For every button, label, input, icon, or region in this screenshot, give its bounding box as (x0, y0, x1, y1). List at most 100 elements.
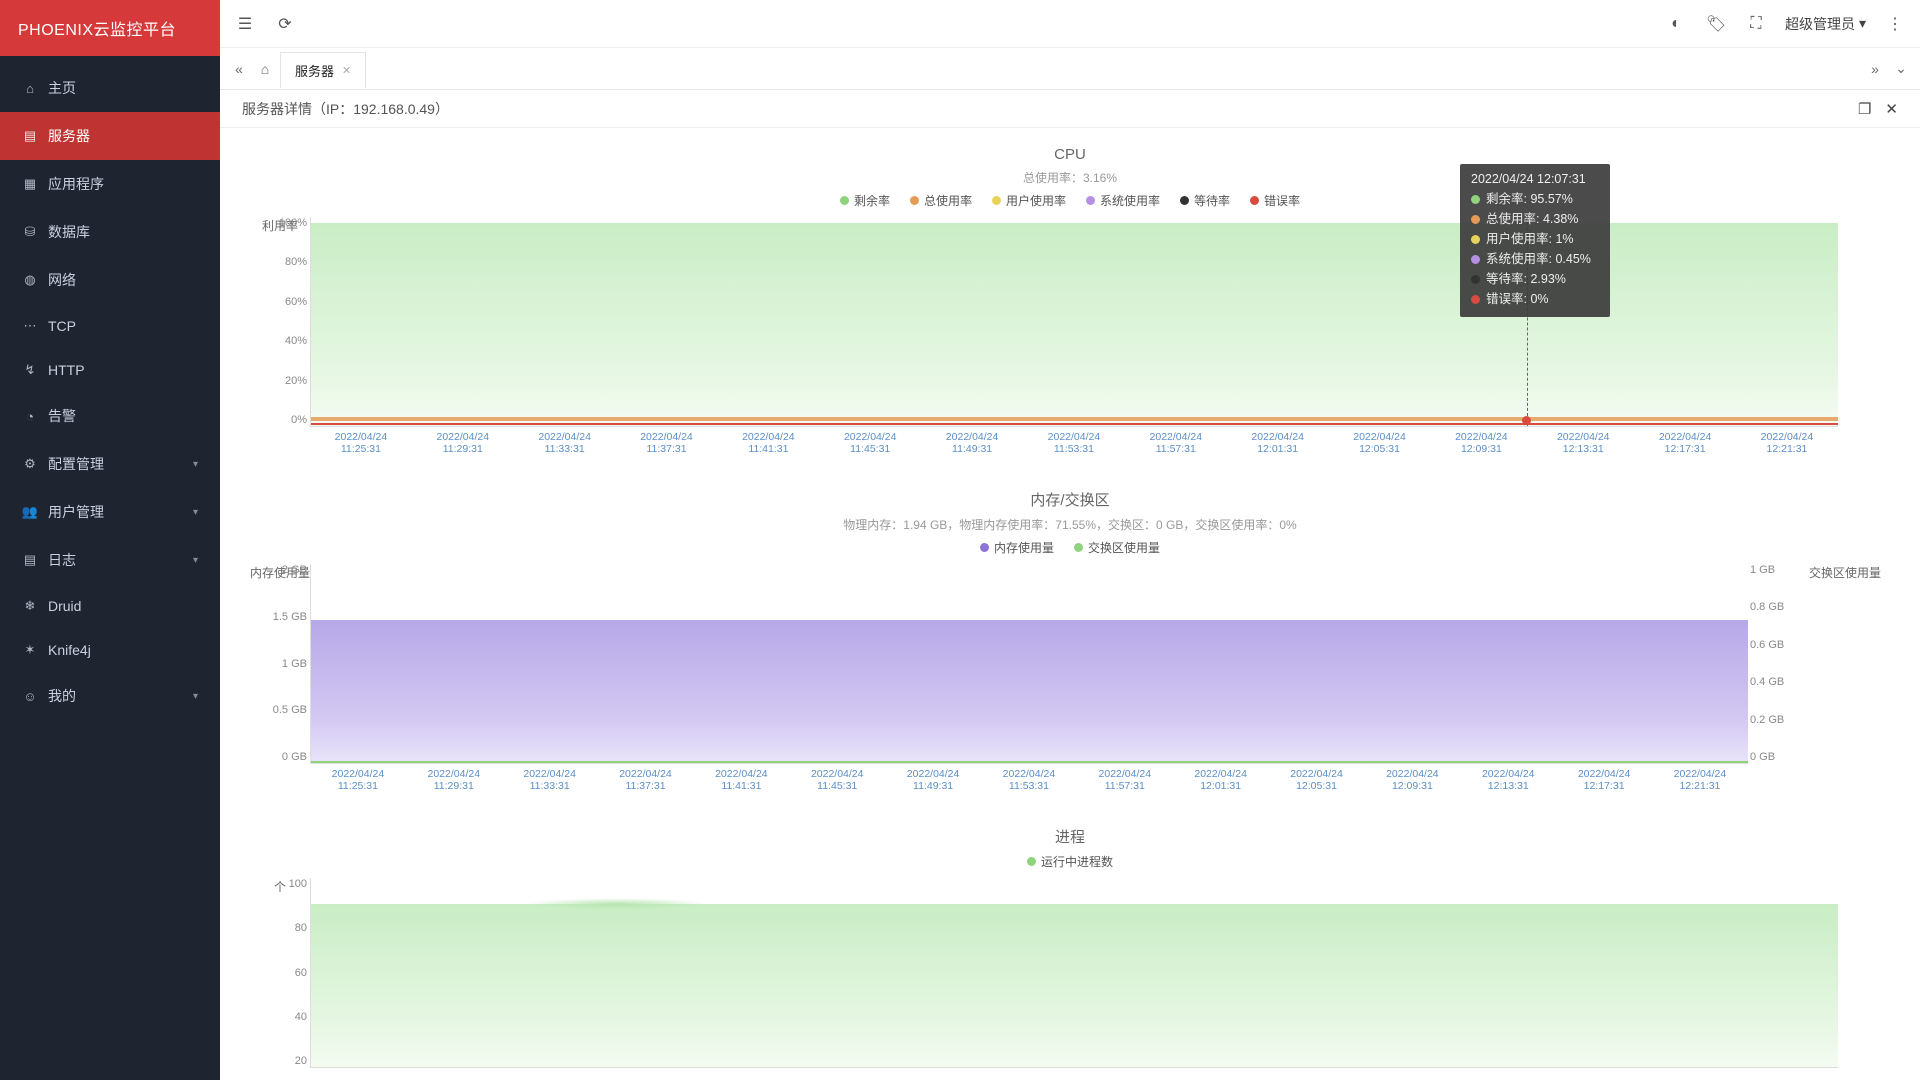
nav-label: 用户管理 (48, 502, 104, 522)
legend-item[interactable]: 用户使用率 (992, 192, 1066, 209)
nav-label: Druid (48, 598, 81, 614)
fullscreen-icon[interactable]: ⛶ (1745, 13, 1767, 35)
tab-home-icon[interactable]: ⌂ (254, 58, 276, 80)
nav-label: 服务器 (48, 126, 90, 146)
tab-label: 服务器 (295, 61, 334, 80)
chart-title: 内存/交换区 (250, 489, 1890, 510)
nav-label: HTTP (48, 362, 85, 378)
sidebar-item-9[interactable]: 👥用户管理▾ (0, 488, 220, 536)
hover-point (1522, 416, 1531, 425)
nav-label: 配置管理 (48, 454, 104, 474)
close-icon[interactable]: ✕ (342, 64, 351, 77)
nav-icon: ⌂ (22, 81, 38, 96)
sidebar-item-11[interactable]: ❄ Druid (0, 584, 220, 628)
tooltip-row: 等待率: 2.93% (1471, 269, 1599, 289)
tabs-next-icon[interactable]: » (1864, 58, 1886, 80)
nav-icon: ▤ (22, 552, 38, 568)
nav-label: 数据库 (48, 222, 90, 242)
sidebar-item-5[interactable]: ⋯ TCP (0, 304, 220, 348)
chevron-down-icon: ▾ (193, 507, 198, 518)
theme-icon[interactable]: ◐ (1665, 13, 1687, 35)
brand-title: PHOENIX云监控平台 (0, 0, 220, 56)
nav-icon: ❄ (22, 598, 38, 614)
nav-icon: ✶ (22, 642, 38, 658)
refresh-icon[interactable]: ⟳ (274, 13, 296, 35)
content: CPU 总使用率：3.16% 剩余率总使用率用户使用率系统使用率等待率错误率 利… (220, 128, 1920, 1080)
sidebar-item-1[interactable]: ▤ 服务器 (0, 112, 220, 160)
nav-icon: ☺ (22, 689, 38, 704)
breadcrumb-bar: 服务器详情（IP：192.168.0.49） ❐ ✕ (220, 90, 1920, 128)
chart-cpu: CPU 总使用率：3.16% 剩余率总使用率用户使用率系统使用率等待率错误率 利… (250, 146, 1890, 455)
nav-icon: ⋯ (22, 318, 38, 334)
legend-item[interactable]: 系统使用率 (1086, 192, 1160, 209)
nav-label: 网络 (48, 270, 76, 290)
chevron-down-icon: ▾ (193, 459, 198, 470)
plot-area: 10080604020 (310, 878, 1838, 1068)
nav-label: TCP (48, 318, 76, 334)
nav-label: 告警 (48, 406, 76, 426)
tabs-bar: « ⌂ 服务器 ✕ » ⌄ (220, 48, 1920, 90)
nav-icon: ▤ (22, 128, 38, 144)
chevron-down-icon: ▾ (193, 691, 198, 702)
legend-item[interactable]: 等待率 (1180, 192, 1230, 209)
legend-item[interactable]: 运行中进程数 (1027, 853, 1113, 870)
collapse-menu-icon[interactable]: ☰ (234, 13, 256, 35)
nav-icon: ◍ (22, 272, 38, 288)
tooltip-row: 总使用率: 4.38% (1471, 209, 1599, 229)
sidebar-item-10[interactable]: ▤ 日志 ▾ (0, 536, 220, 584)
nav-icon: ↯ (22, 362, 38, 378)
chart-process: 进程 运行中进程数 个 10080604020 ◻▭🗎〰📊⟳⬇ (250, 826, 1890, 1068)
tabs-prev-icon[interactable]: « (228, 58, 250, 80)
chart-tooltip: 2022/04/24 12:07:31 剩余率: 95.57%总使用率: 4.3… (1460, 164, 1610, 317)
legend-item[interactable]: 错误率 (1250, 192, 1300, 209)
plot-area: 2 GB1.5 GB1 GB0.5 GB0 GB 1 GB0.8 GB0.6 G… (310, 564, 1748, 764)
nav-label: 主页 (48, 78, 76, 98)
sidebar-item-2[interactable]: ▦应用程序 (0, 160, 220, 208)
tooltip-row: 错误率: 0% (1471, 289, 1599, 309)
nav-icon: ⛁ (22, 224, 38, 240)
sidebar-item-6[interactable]: ↯ HTTP (0, 348, 220, 392)
nav-label: 我的 (48, 686, 76, 706)
legend-item[interactable]: 总使用率 (910, 192, 972, 209)
sidebar-item-4[interactable]: ◍ 网络 (0, 256, 220, 304)
chart-title: 进程 (250, 826, 1890, 847)
tooltip-row: 剩余率: 95.57% (1471, 189, 1599, 209)
x-axis: 2022/04/24 11:25:312022/04/24 11:29:3120… (310, 427, 1838, 455)
sidebar: PHOENIX云监控平台 ⌂ 主页 ▤ 服务器 ▦应用程序 ⛁ 数据库 ◍ 网络 ⋯ TCP ↯ HTT… (0, 0, 220, 1080)
x-axis: 2022/04/24 11:25:312022/04/24 11:29:3120… (310, 764, 1748, 792)
sidebar-item-8[interactable]: ⚙ 配置管理 ▾ (0, 440, 220, 488)
legend-item[interactable]: 交换区使用量 (1074, 539, 1160, 556)
chart-memory: 内存/交换区 物理内存：1.94 GB，物理内存使用率：71.55%，交换区：0… (250, 489, 1890, 792)
nav-menu: ⌂主页▤服务器▦应用程序⛁数据库◍网络⋯TCP↯HTTP◔告警⚙配置管理▾👥用户… (0, 56, 220, 1080)
chevron-down-icon: ▾ (193, 555, 198, 566)
chart-subtitle: 物理内存：1.94 GB，物理内存使用率：71.55%，交换区：0 GB，交换区… (250, 516, 1890, 533)
breadcrumb: 服务器详情（IP：192.168.0.49） (242, 99, 449, 119)
chart-subtitle: 总使用率：3.16% (250, 169, 1890, 186)
legend-item[interactable]: 剩余率 (840, 192, 890, 209)
nav-label: 日志 (48, 550, 76, 570)
chart-legend: 内存使用量 交换区使用量 (250, 539, 1890, 556)
topbar: ☰ ⟳ ◐ 🏷 ⛶ 超级管理员 ▾ ⋮ (220, 0, 1920, 48)
chart-title: CPU (250, 146, 1890, 163)
y2-axis-label: 交换区使用量 (1800, 564, 1890, 792)
legend-item[interactable]: 内存使用量 (980, 539, 1054, 556)
split-icon[interactable]: ❐ (1858, 100, 1871, 118)
tag-icon[interactable]: 🏷 (1705, 13, 1727, 35)
tooltip-row: 系统使用率: 0.45% (1471, 249, 1599, 269)
sidebar-item-12[interactable]: ✶ Knife4j (0, 628, 220, 672)
sidebar-item-3[interactable]: ⛁ 数据库 (0, 208, 220, 256)
tabs-dropdown-icon[interactable]: ⌄ (1890, 58, 1912, 80)
tooltip-time: 2022/04/24 12:07:31 (1471, 172, 1599, 186)
sidebar-item-13[interactable]: ☺ 我的 ▾ (0, 672, 220, 720)
more-icon[interactable]: ⋮ (1884, 13, 1906, 35)
close-panel-icon[interactable]: ✕ (1885, 100, 1898, 118)
user-menu[interactable]: 超级管理员 ▾ (1785, 14, 1866, 34)
nav-label: 应用程序 (48, 174, 104, 194)
nav-icon: ⚙ (22, 456, 38, 472)
user-name: 超级管理员 (1785, 14, 1855, 34)
chart-legend: 剩余率 总使用率 用户使用率 系统使用率 等待率 错误率 (250, 192, 1890, 209)
sidebar-item-7[interactable]: ◔告警 (0, 392, 220, 440)
tab-server[interactable]: 服务器 ✕ (280, 52, 366, 88)
sidebar-item-0[interactable]: ⌂ 主页 (0, 64, 220, 112)
nav-label: Knife4j (48, 642, 91, 658)
